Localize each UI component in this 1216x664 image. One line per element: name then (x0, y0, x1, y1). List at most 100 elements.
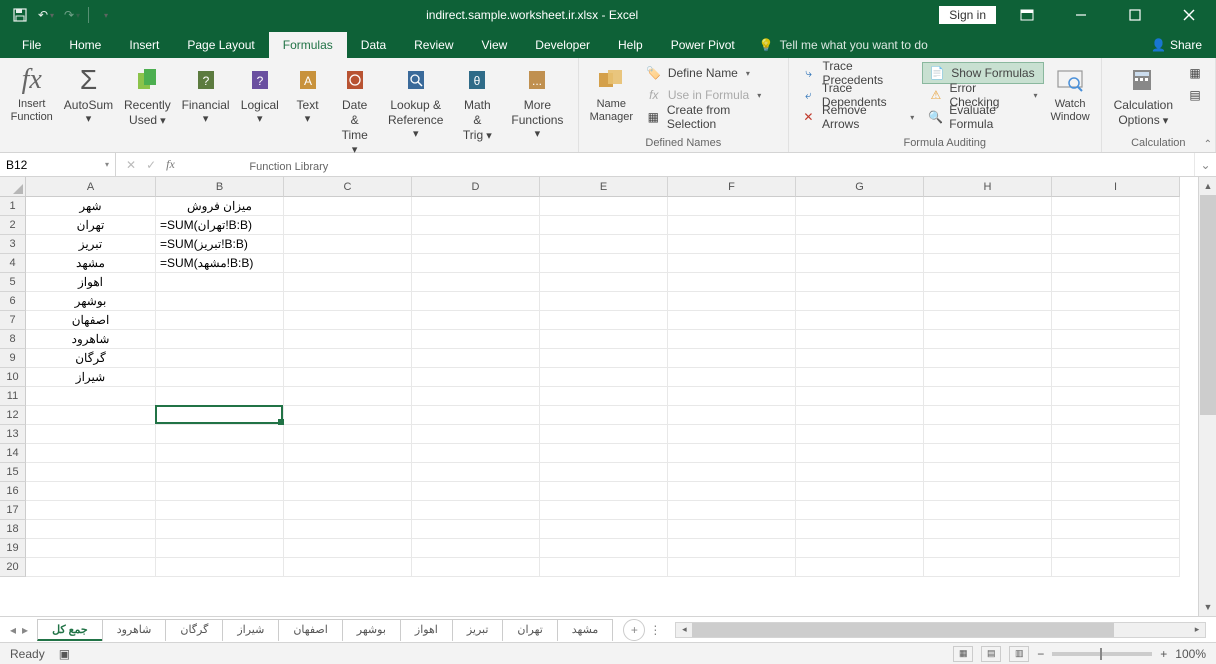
column-header-C[interactable]: C (284, 177, 412, 197)
cell-A15[interactable] (26, 463, 156, 482)
cell-I2[interactable] (1052, 216, 1180, 235)
cell-I18[interactable] (1052, 520, 1180, 539)
cell-D12[interactable] (412, 406, 540, 425)
page-layout-view-icon[interactable]: ▤ (981, 646, 1001, 662)
define-name-button[interactable]: 🏷️Define Name▾ (640, 62, 782, 84)
select-all-corner[interactable] (0, 177, 26, 197)
cell-E10[interactable] (540, 368, 668, 387)
column-header-B[interactable]: B (156, 177, 284, 197)
calculation-options-button[interactable]: Calculation Options ▾ (1108, 60, 1179, 130)
scroll-up-icon[interactable]: ▲ (1199, 177, 1216, 195)
column-header-I[interactable]: I (1052, 177, 1180, 197)
cell-A17[interactable] (26, 501, 156, 520)
cell-C20[interactable] (284, 558, 412, 577)
cell-C17[interactable] (284, 501, 412, 520)
row-header-12[interactable]: 12 (0, 406, 26, 425)
scroll-right-icon[interactable]: ▸ (1189, 623, 1205, 637)
cell-A6[interactable]: بوشهر (26, 292, 156, 311)
cell-C7[interactable] (284, 311, 412, 330)
cell-C18[interactable] (284, 520, 412, 539)
row-header-13[interactable]: 13 (0, 425, 26, 444)
save-icon[interactable] (8, 3, 32, 27)
cell-F11[interactable] (668, 387, 796, 406)
cell-I7[interactable] (1052, 311, 1180, 330)
sheet-tab[interactable]: اهواز (400, 619, 453, 641)
cell-A11[interactable] (26, 387, 156, 406)
zoom-slider[interactable] (1052, 652, 1152, 656)
cell-B8[interactable] (156, 330, 284, 349)
horizontal-scrollbar[interactable]: ◂ ▸ (675, 622, 1206, 638)
cell-G2[interactable] (796, 216, 924, 235)
cell-E1[interactable] (540, 197, 668, 216)
cell-G14[interactable] (796, 444, 924, 463)
cell-E2[interactable] (540, 216, 668, 235)
logical-button[interactable]: ?Logical▾ (236, 60, 284, 128)
cell-H14[interactable] (924, 444, 1052, 463)
row-header-3[interactable]: 3 (0, 235, 26, 254)
new-sheet-button[interactable]: + (623, 619, 645, 641)
cell-A12[interactable] (26, 406, 156, 425)
cell-A14[interactable] (26, 444, 156, 463)
cell-C14[interactable] (284, 444, 412, 463)
cell-C5[interactable] (284, 273, 412, 292)
cell-C6[interactable] (284, 292, 412, 311)
cell-F16[interactable] (668, 482, 796, 501)
cell-B11[interactable] (156, 387, 284, 406)
cell-I15[interactable] (1052, 463, 1180, 482)
sheet-tab[interactable]: بوشهر (342, 619, 401, 641)
normal-view-icon[interactable]: ▦ (953, 646, 973, 662)
cell-G6[interactable] (796, 292, 924, 311)
cell-D7[interactable] (412, 311, 540, 330)
cell-F18[interactable] (668, 520, 796, 539)
vscroll-thumb[interactable] (1200, 195, 1216, 415)
cell-B7[interactable] (156, 311, 284, 330)
row-header-20[interactable]: 20 (0, 558, 26, 577)
cell-G13[interactable] (796, 425, 924, 444)
tab-page-layout[interactable]: Page Layout (173, 32, 268, 58)
cell-G19[interactable] (796, 539, 924, 558)
cell-A9[interactable]: گرگان (26, 349, 156, 368)
cell-F3[interactable] (668, 235, 796, 254)
cell-C4[interactable] (284, 254, 412, 273)
minimize-icon[interactable] (1058, 0, 1104, 30)
column-header-F[interactable]: F (668, 177, 796, 197)
column-header-E[interactable]: E (540, 177, 668, 197)
autosum-button[interactable]: ΣAutoSum▾ (59, 60, 117, 128)
cell-C15[interactable] (284, 463, 412, 482)
cell-I10[interactable] (1052, 368, 1180, 387)
row-header-11[interactable]: 11 (0, 387, 26, 406)
row-header-14[interactable]: 14 (0, 444, 26, 463)
cell-G1[interactable] (796, 197, 924, 216)
cell-H7[interactable] (924, 311, 1052, 330)
cell-F15[interactable] (668, 463, 796, 482)
cell-B17[interactable] (156, 501, 284, 520)
cell-A13[interactable] (26, 425, 156, 444)
calculate-now-button[interactable]: ▦ (1181, 62, 1209, 84)
cell-C2[interactable] (284, 216, 412, 235)
cell-G18[interactable] (796, 520, 924, 539)
cell-A1[interactable]: شهر (26, 197, 156, 216)
cell-D11[interactable] (412, 387, 540, 406)
row-header-8[interactable]: 8 (0, 330, 26, 349)
row-header-5[interactable]: 5 (0, 273, 26, 292)
row-header-17[interactable]: 17 (0, 501, 26, 520)
cell-E4[interactable] (540, 254, 668, 273)
cell-C10[interactable] (284, 368, 412, 387)
cell-G3[interactable] (796, 235, 924, 254)
column-header-H[interactable]: H (924, 177, 1052, 197)
lookup-reference-button[interactable]: Lookup & Reference ▾ (380, 60, 452, 144)
evaluate-formula-button[interactable]: 🔍Evaluate Formula (922, 106, 1043, 128)
calculate-sheet-button[interactable]: ▤ (1181, 84, 1209, 106)
cell-I3[interactable] (1052, 235, 1180, 254)
cell-G16[interactable] (796, 482, 924, 501)
signin-button[interactable]: Sign in (939, 6, 996, 24)
row-header-18[interactable]: 18 (0, 520, 26, 539)
cell-H18[interactable] (924, 520, 1052, 539)
cell-B14[interactable] (156, 444, 284, 463)
cell-H19[interactable] (924, 539, 1052, 558)
cell-C12[interactable] (284, 406, 412, 425)
row-header-9[interactable]: 9 (0, 349, 26, 368)
sheet-tab[interactable]: شاهرود (102, 619, 167, 641)
cell-E17[interactable] (540, 501, 668, 520)
cell-F14[interactable] (668, 444, 796, 463)
